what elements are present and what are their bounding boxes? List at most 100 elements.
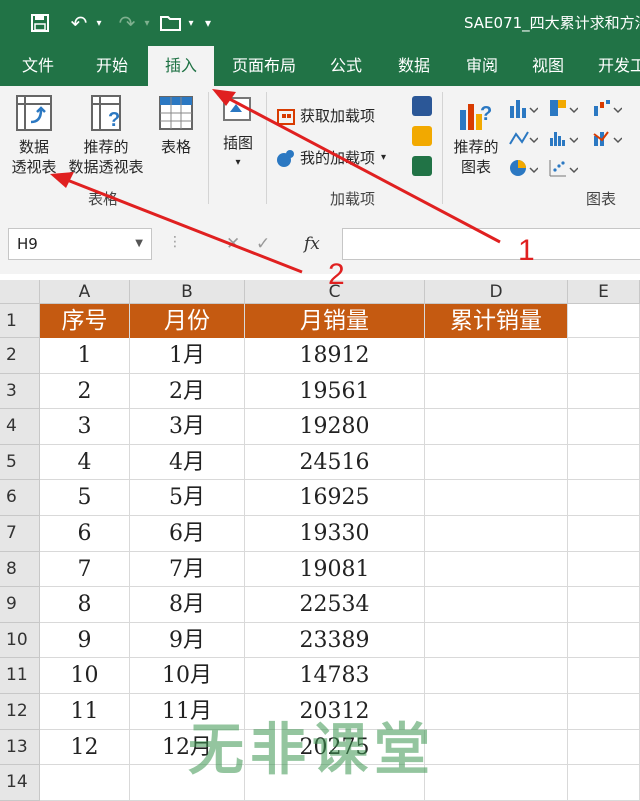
tab-data[interactable]: 数据 [398, 46, 430, 86]
cell[interactable]: 22534 [245, 587, 425, 623]
cell[interactable]: 12 [40, 729, 130, 766]
cell[interactable]: 8月 [130, 587, 245, 623]
header-cell[interactable]: 月销量 [245, 304, 425, 338]
cell[interactable] [568, 338, 640, 374]
undo-dropdown-icon[interactable]: ▾ [92, 8, 106, 38]
cell[interactable]: 19561 [245, 373, 425, 410]
cell[interactable]: 3月 [130, 409, 245, 445]
cell[interactable]: 18912 [245, 338, 425, 374]
column-header-B[interactable]: B [130, 280, 245, 304]
cell[interactable]: 19280 [245, 409, 425, 445]
waterfall-chart-icon[interactable] [592, 98, 623, 122]
cell[interactable] [425, 409, 568, 445]
cell[interactable] [425, 694, 568, 730]
recommended-pivot-button[interactable]: ? 推荐的 数据透视表 [64, 94, 148, 177]
cell[interactable] [40, 765, 130, 801]
people-graph-icon[interactable] [412, 156, 432, 176]
cell[interactable] [568, 622, 640, 659]
my-addins-button[interactable]: 我的加载项 ▾ [276, 148, 406, 168]
row-header-8[interactable]: 8 [0, 551, 40, 588]
cell[interactable] [568, 729, 640, 766]
cell[interactable]: 3 [40, 409, 130, 445]
cancel-icon[interactable]: ✕ [226, 234, 240, 254]
cell[interactable]: 10 [40, 658, 130, 694]
insert-function-icon[interactable]: fx [304, 234, 320, 254]
row-header-9[interactable]: 9 [0, 587, 40, 623]
cell[interactable] [568, 304, 640, 338]
tab-home[interactable]: 开始 [96, 46, 128, 86]
header-cell[interactable]: 月份 [130, 304, 245, 338]
table-button[interactable]: 表格 [150, 94, 202, 157]
cell[interactable]: 1 [40, 338, 130, 374]
row-header-11[interactable]: 11 [0, 658, 40, 694]
row-header-12[interactable]: 12 [0, 694, 40, 730]
cell[interactable]: 2月 [130, 373, 245, 410]
tab-insert[interactable]: 插入 [148, 46, 214, 88]
row-header-7[interactable]: 7 [0, 516, 40, 552]
cell[interactable]: 11 [40, 694, 130, 730]
select-all-corner[interactable] [0, 280, 40, 304]
illustrations-button[interactable]: 插图 ▾ [214, 94, 262, 173]
hierarchy-chart-icon[interactable] [548, 98, 579, 122]
bing-maps-icon[interactable] [412, 126, 432, 146]
cell[interactable]: 2 [40, 373, 130, 410]
name-box[interactable]: H9 ▼ [8, 228, 152, 260]
tab-view[interactable]: 视图 [532, 46, 564, 86]
cell[interactable] [568, 444, 640, 481]
column-header-E[interactable]: E [568, 280, 640, 304]
tab-review[interactable]: 审阅 [466, 46, 498, 86]
line-chart-icon[interactable] [508, 128, 539, 152]
cell[interactable]: 6月 [130, 516, 245, 552]
row-header-6[interactable]: 6 [0, 480, 40, 516]
enter-icon[interactable]: ✓ [256, 234, 270, 254]
cell[interactable] [425, 373, 568, 410]
cell[interactable]: 1月 [130, 338, 245, 374]
cell[interactable] [425, 516, 568, 552]
cell[interactable] [425, 622, 568, 659]
combo-chart-icon[interactable] [592, 128, 623, 152]
cell[interactable]: 8 [40, 587, 130, 623]
tab-formulas[interactable]: 公式 [330, 46, 362, 86]
cell[interactable] [568, 480, 640, 516]
cell[interactable] [425, 444, 568, 481]
column-header-C[interactable]: C [245, 280, 425, 304]
cell[interactable]: 14783 [245, 658, 425, 694]
cell[interactable]: 19081 [245, 551, 425, 588]
cell[interactable] [568, 409, 640, 445]
header-cell[interactable]: 累计销量 [425, 304, 568, 338]
cell[interactable] [568, 587, 640, 623]
cell[interactable]: 19330 [245, 516, 425, 552]
cell[interactable]: 10月 [130, 658, 245, 694]
cell[interactable] [568, 658, 640, 694]
tab-developer[interactable]: 开发工 [598, 46, 640, 86]
row-header-2[interactable]: 2 [0, 338, 40, 374]
undo-icon[interactable]: ↶ [66, 8, 92, 38]
cell[interactable]: 7 [40, 551, 130, 588]
save-icon[interactable] [26, 8, 54, 38]
pivot-table-button[interactable]: 数据 透视表 [6, 94, 62, 177]
name-box-dropdown-icon[interactable]: ▼ [135, 229, 143, 259]
cell[interactable] [425, 729, 568, 766]
column-header-D[interactable]: D [425, 280, 568, 304]
row-header-3[interactable]: 3 [0, 373, 40, 410]
header-cell[interactable]: 序号 [40, 304, 130, 338]
visio-icon[interactable] [412, 96, 432, 116]
row-header-10[interactable]: 10 [0, 622, 40, 659]
cell[interactable]: 5 [40, 480, 130, 516]
cell[interactable] [568, 551, 640, 588]
tab-file[interactable]: 文件 [22, 46, 54, 86]
formula-input[interactable] [342, 228, 640, 260]
cell[interactable]: 7月 [130, 551, 245, 588]
cell[interactable]: 9月 [130, 622, 245, 659]
statistic-chart-icon[interactable] [548, 128, 579, 152]
cell[interactable]: 6 [40, 516, 130, 552]
cell[interactable]: 4月 [130, 444, 245, 481]
cell[interactable]: 16925 [245, 480, 425, 516]
cell[interactable] [568, 373, 640, 410]
recommended-charts-button[interactable]: ? 推荐的 图表 [448, 96, 504, 177]
row-header-14[interactable]: 14 [0, 765, 40, 801]
get-addins-button[interactable]: 获取加载项 [276, 106, 406, 126]
row-header-1[interactable]: 1 [0, 304, 40, 338]
column-chart-icon[interactable] [508, 98, 539, 122]
cell[interactable] [425, 658, 568, 694]
